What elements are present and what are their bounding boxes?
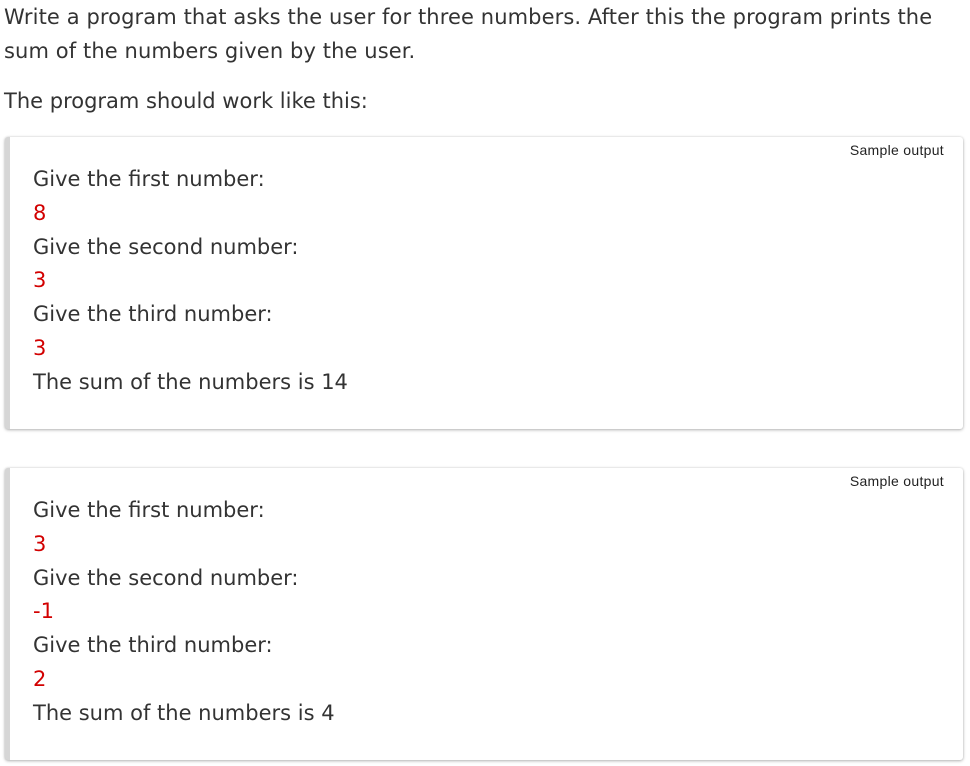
output-line-prompt: Give the second number: — [33, 234, 299, 259]
exercise-description: Write a program that asks the user for t… — [4, 5, 933, 63]
sample-output-box: Sample output Give the first number: 3 G… — [5, 468, 963, 760]
output-line-user-input: 8 — [33, 200, 47, 225]
output-line-user-input: -1 — [33, 599, 54, 624]
output-line-prompt: Give the third number: — [33, 633, 273, 658]
output-line-prompt: Give the first number: — [33, 498, 265, 522]
output-line-user-input: 3 — [33, 531, 47, 556]
sample-output-box: Sample output Give the first number: 8 G… — [5, 137, 963, 429]
output-line-result: The sum of the numbers is 14 — [33, 369, 348, 394]
example-intro: The program should work like this: — [4, 89, 368, 113]
output-line-prompt: Give the second number: — [33, 565, 299, 590]
sample-output-lines: Give the first number: 8 Give the second… — [33, 163, 348, 400]
output-line-result: The sum of the numbers is 4 — [33, 700, 335, 725]
sample-output-lines: Give the first number: 3 Give the second… — [33, 494, 335, 731]
sample-output-label: Sample output — [849, 473, 944, 489]
output-line-user-input: 2 — [33, 666, 47, 691]
sample-output-label: Sample output — [849, 142, 944, 158]
output-line-prompt: Give the first number: — [33, 167, 265, 191]
output-line-user-input: 3 — [33, 268, 47, 293]
output-line-user-input: 3 — [33, 335, 47, 360]
output-line-prompt: Give the third number: — [33, 302, 273, 327]
